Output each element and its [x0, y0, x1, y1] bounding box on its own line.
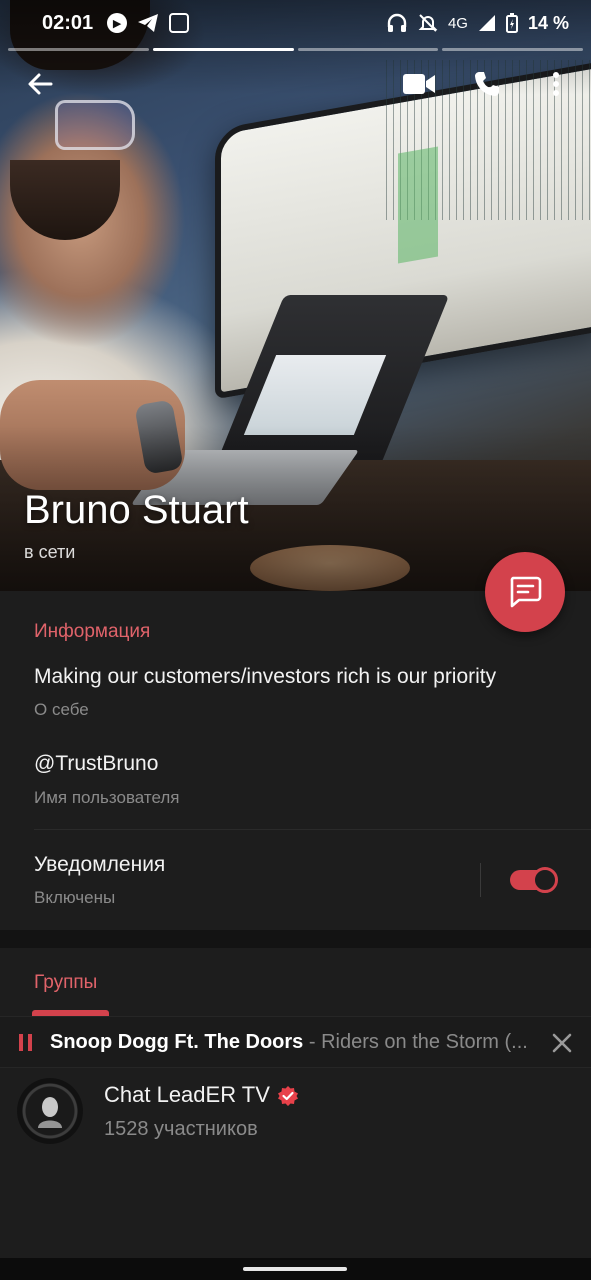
info-section: Информация Making our customers/investor… [0, 591, 591, 930]
toggle-separator [480, 863, 481, 897]
bell-off-icon [418, 14, 438, 32]
pause-button[interactable] [19, 1034, 33, 1051]
status-system-icons: 4G 14 % [386, 13, 569, 34]
telegram-icon [138, 14, 159, 32]
send-message-button[interactable] [485, 552, 565, 632]
username-text: @TrustBruno [34, 752, 159, 775]
story-segment [442, 48, 583, 51]
bio-text: Making our customers/investors rich is o… [34, 665, 497, 688]
profile-online-status: в сети [24, 542, 76, 562]
home-gesture-handle[interactable] [243, 1267, 347, 1271]
profile-name: Bruno Stuart [24, 488, 249, 532]
info-section-title: Информация [34, 621, 151, 642]
screen-record-icon [169, 13, 190, 33]
toggle-knob [532, 867, 558, 893]
track-artist: Snoop Dogg Ft. The Doors [50, 1031, 304, 1053]
info-divider [34, 829, 591, 830]
back-button[interactable] [16, 60, 64, 108]
battery-percent: 14 % [527, 12, 569, 33]
notifications-text: Уведомления [34, 853, 166, 876]
top-action-bar [0, 58, 591, 114]
avatar-silhouette-icon [38, 1097, 62, 1128]
verified-badge-icon [278, 1086, 298, 1106]
pause-icon-bar [28, 1034, 32, 1051]
tab-groups[interactable]: Группы [34, 972, 97, 994]
group-name: Chat LeadER TV [104, 1082, 270, 1107]
status-time: 02:01 [42, 11, 94, 34]
username-label: Имя пользователя [34, 788, 180, 807]
more-options-button[interactable] [532, 60, 580, 108]
story-segment [297, 48, 439, 51]
status-bar: 02:01 ▶ 4G 14 % [0, 0, 591, 46]
video-call-icon [403, 74, 435, 94]
section-gap [0, 930, 591, 948]
story-progress [8, 48, 583, 51]
list-item[interactable]: Chat LeadER TV 1528 участников [0, 1068, 591, 1158]
close-icon [552, 1033, 572, 1053]
music-player-bar[interactable]: Snoop Dogg Ft. The Doors - Riders on the… [0, 1016, 591, 1068]
call-button[interactable] [463, 60, 511, 108]
bio-label: О себе [34, 700, 89, 719]
pause-icon [19, 1034, 23, 1051]
phone-icon [475, 72, 499, 96]
story-segment-active [152, 48, 294, 51]
signal-icon [478, 15, 495, 31]
headphones-icon [387, 13, 407, 32]
status-notification-icons: ▶ [107, 13, 190, 33]
close-player-button[interactable] [548, 1029, 576, 1057]
network-type: 4G [447, 14, 468, 32]
story-segment [8, 48, 149, 51]
battery-charging-icon [505, 13, 518, 33]
more-vert-icon [553, 72, 559, 96]
track-title: - Riders on the Storm (... [303, 1031, 528, 1053]
message-icon [510, 576, 542, 608]
avatar [17, 1078, 83, 1144]
notifications-state: Включены [34, 888, 116, 907]
video-call-button[interactable] [395, 60, 443, 108]
notifications-toggle[interactable] [510, 867, 560, 893]
play-circle-icon: ▶ [107, 13, 128, 33]
now-playing-text: Snoop Dogg Ft. The Doors - Riders on the… [50, 1031, 538, 1054]
arrow-left-icon [28, 73, 53, 95]
system-nav-bar [0, 1258, 591, 1280]
group-member-count: 1528 участников [104, 1118, 258, 1140]
